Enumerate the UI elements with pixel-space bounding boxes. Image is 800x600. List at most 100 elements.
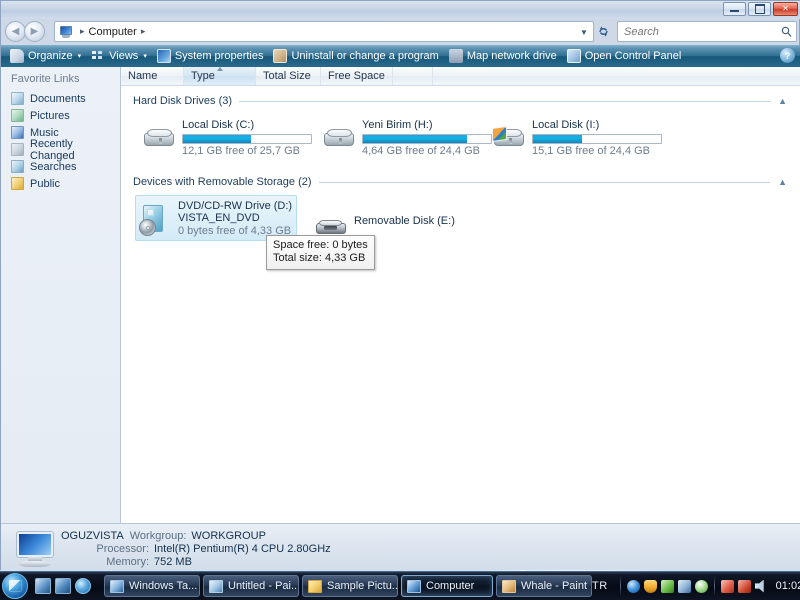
clock[interactable]: 01:02 xyxy=(776,580,800,592)
toolbar-open-control-panel[interactable]: Open Control Panel xyxy=(562,46,687,66)
drive-info: Local Disk (I:) 15,1 GB free of 24,4 GB xyxy=(532,117,662,157)
details-rows: OGUZVISTA Workgroup: WORKGROUP Processor… xyxy=(61,530,331,569)
chevron-up-icon: ▲ xyxy=(778,177,787,187)
hard-disk-icon xyxy=(323,123,355,155)
back-button[interactable]: ◀ xyxy=(5,21,26,42)
drive-item-local-disk-c[interactable]: Local Disk (C:) 12,1 GB free of 25,7 GB xyxy=(139,114,317,161)
drive-usage-fill xyxy=(533,135,582,143)
details-value: Intel(R) Pentium(R) 4 CPU 2.80GHz xyxy=(154,543,331,555)
language-indicator[interactable]: TR xyxy=(592,580,608,592)
green-status-icon[interactable] xyxy=(660,579,674,593)
sidebar-item-public[interactable]: Public xyxy=(1,175,120,192)
minimize-icon xyxy=(730,7,739,12)
refresh-button[interactable] xyxy=(593,22,613,41)
command-toolbar: Organize ▾ Views ▾ System properties Uni… xyxy=(1,45,800,67)
toolbar-control-panel-label: Open Control Panel xyxy=(584,50,682,62)
task-button-computer[interactable]: Computer xyxy=(401,575,493,597)
sidebar-item-label: Pictures xyxy=(30,109,70,122)
column-header-row: Name Type Total Size Free Space xyxy=(121,67,800,86)
search-icon xyxy=(781,26,792,37)
help-button[interactable]: ? xyxy=(780,48,795,63)
address-bar[interactable]: ▸ Computer ▸ ▼ xyxy=(54,21,594,42)
details-label: Memory: xyxy=(106,556,149,568)
task-button-windows-media[interactable]: Windows Ta... xyxy=(104,575,200,597)
info-icon[interactable] xyxy=(626,579,640,593)
volume-icon[interactable] xyxy=(754,579,764,593)
computer-icon xyxy=(13,530,59,568)
drive-usage-bar xyxy=(182,134,312,144)
drive-name: Removable Disk (E:) xyxy=(354,215,455,227)
start-button[interactable] xyxy=(2,573,28,599)
task-button-untitled-paint[interactable]: Untitled - Pai... xyxy=(203,575,299,597)
column-header-type[interactable]: Type xyxy=(184,67,256,85)
pictures-icon xyxy=(11,109,24,122)
group-header-removable-storage[interactable]: Devices with Removable Storage (2) ▲ xyxy=(133,175,791,189)
details-label: Workgroup: xyxy=(129,530,187,542)
search-input[interactable] xyxy=(622,24,781,39)
title-bar[interactable]: ✕ xyxy=(1,1,800,19)
column-header-name[interactable]: Name xyxy=(121,67,184,85)
task-label: Whale - Paint xyxy=(521,580,588,592)
whale-paint-icon xyxy=(502,579,516,593)
show-desktop-icon[interactable] xyxy=(35,578,51,594)
internet-explorer-icon[interactable] xyxy=(75,578,91,594)
sidebar-item-documents[interactable]: Documents xyxy=(1,90,120,107)
breadcrumb-computer[interactable]: Computer xyxy=(89,26,137,38)
window-body: Favorite Links Documents Pictures Music … xyxy=(1,67,800,571)
forward-button[interactable]: ▶ xyxy=(24,21,45,42)
drive-usage-fill xyxy=(183,135,251,143)
sidebar-item-label: Documents xyxy=(30,92,86,105)
yellow-alert-icon[interactable] xyxy=(720,579,734,593)
minimize-button[interactable] xyxy=(723,2,746,16)
details-row-memory: Memory: 752 MB xyxy=(61,556,331,569)
flip-3d-icon[interactable] xyxy=(55,578,71,594)
breadcrumb-separator-2[interactable]: ▸ xyxy=(141,26,146,37)
sort-ascending-icon xyxy=(216,67,223,71)
group-header-hard-disk-drives[interactable]: Hard Disk Drives (3) ▲ xyxy=(133,94,791,108)
column-header-free-space[interactable]: Free Space xyxy=(321,67,393,85)
tray-icons xyxy=(626,579,708,593)
details-value: 752 MB xyxy=(154,556,192,568)
drive-free-space: 12,1 GB free of 25,7 GB xyxy=(182,145,301,157)
task-button-sample-pictures[interactable]: Sample Pictu... xyxy=(302,575,398,597)
computer-icon xyxy=(59,25,74,39)
task-button-whale-paint[interactable]: Whale - Paint xyxy=(496,575,592,597)
drive-item-yeni-birim-h[interactable]: Yeni Birim (H:) 4,64 GB free of 24,4 GB xyxy=(319,114,497,161)
drive-name: Local Disk (C:) xyxy=(182,119,255,131)
toolbar-uninstall-label: Uninstall or change a program xyxy=(291,50,439,62)
taskbar: Windows Ta... Untitled - Pai... Sample P… xyxy=(0,571,800,600)
music-icon xyxy=(11,126,24,139)
toolbar-map-network-drive[interactable]: Map network drive xyxy=(444,46,562,66)
drive-item-local-disk-i[interactable]: Local Disk (I:) 15,1 GB free of 24,4 GB xyxy=(489,114,667,161)
search-box[interactable] xyxy=(617,21,797,42)
restore-button[interactable] xyxy=(748,2,771,16)
sidebar-item-recently-changed[interactable]: Recently Changed xyxy=(1,138,120,162)
searches-icon xyxy=(11,160,24,173)
network-error-icon[interactable] xyxy=(737,579,751,593)
group-title: Devices with Removable Storage (2) xyxy=(133,176,312,188)
network-icon[interactable] xyxy=(677,579,691,593)
drive-tooltip: Space free: 0 bytes Total size: 4,33 GB xyxy=(266,235,375,270)
favorite-links-heading: Favorite Links xyxy=(11,73,80,85)
sync-icon[interactable] xyxy=(694,579,708,593)
details-row-workgroup: OGUZVISTA Workgroup: WORKGROUP xyxy=(61,530,331,543)
breadcrumb-separator-1: ▸ xyxy=(80,26,85,36)
toolbar-uninstall-program[interactable]: Uninstall or change a program xyxy=(268,46,443,66)
map-network-drive-icon xyxy=(448,49,463,63)
dvd-drive-icon xyxy=(139,204,171,236)
column-label: Free Space xyxy=(328,70,385,82)
security-shield-icon[interactable] xyxy=(643,579,657,593)
sidebar-item-pictures[interactable]: Pictures xyxy=(1,107,120,124)
public-icon xyxy=(11,177,24,190)
toolbar-organize[interactable]: Organize ▾ xyxy=(5,46,86,66)
drive-free-space: 15,1 GB free of 24,4 GB xyxy=(532,145,651,157)
column-label: Type xyxy=(191,70,215,82)
close-button[interactable]: ✕ xyxy=(773,2,798,16)
column-header-total-size[interactable]: Total Size xyxy=(256,67,321,85)
address-dropdown-icon[interactable]: ▼ xyxy=(577,25,591,40)
tooltip-line-2: Total size: 4,33 GB xyxy=(273,252,366,264)
column-label: Name xyxy=(128,70,158,82)
column-header-extra[interactable] xyxy=(393,67,433,85)
toolbar-views[interactable]: Views ▾ xyxy=(86,46,152,66)
toolbar-system-properties[interactable]: System properties xyxy=(152,46,269,66)
